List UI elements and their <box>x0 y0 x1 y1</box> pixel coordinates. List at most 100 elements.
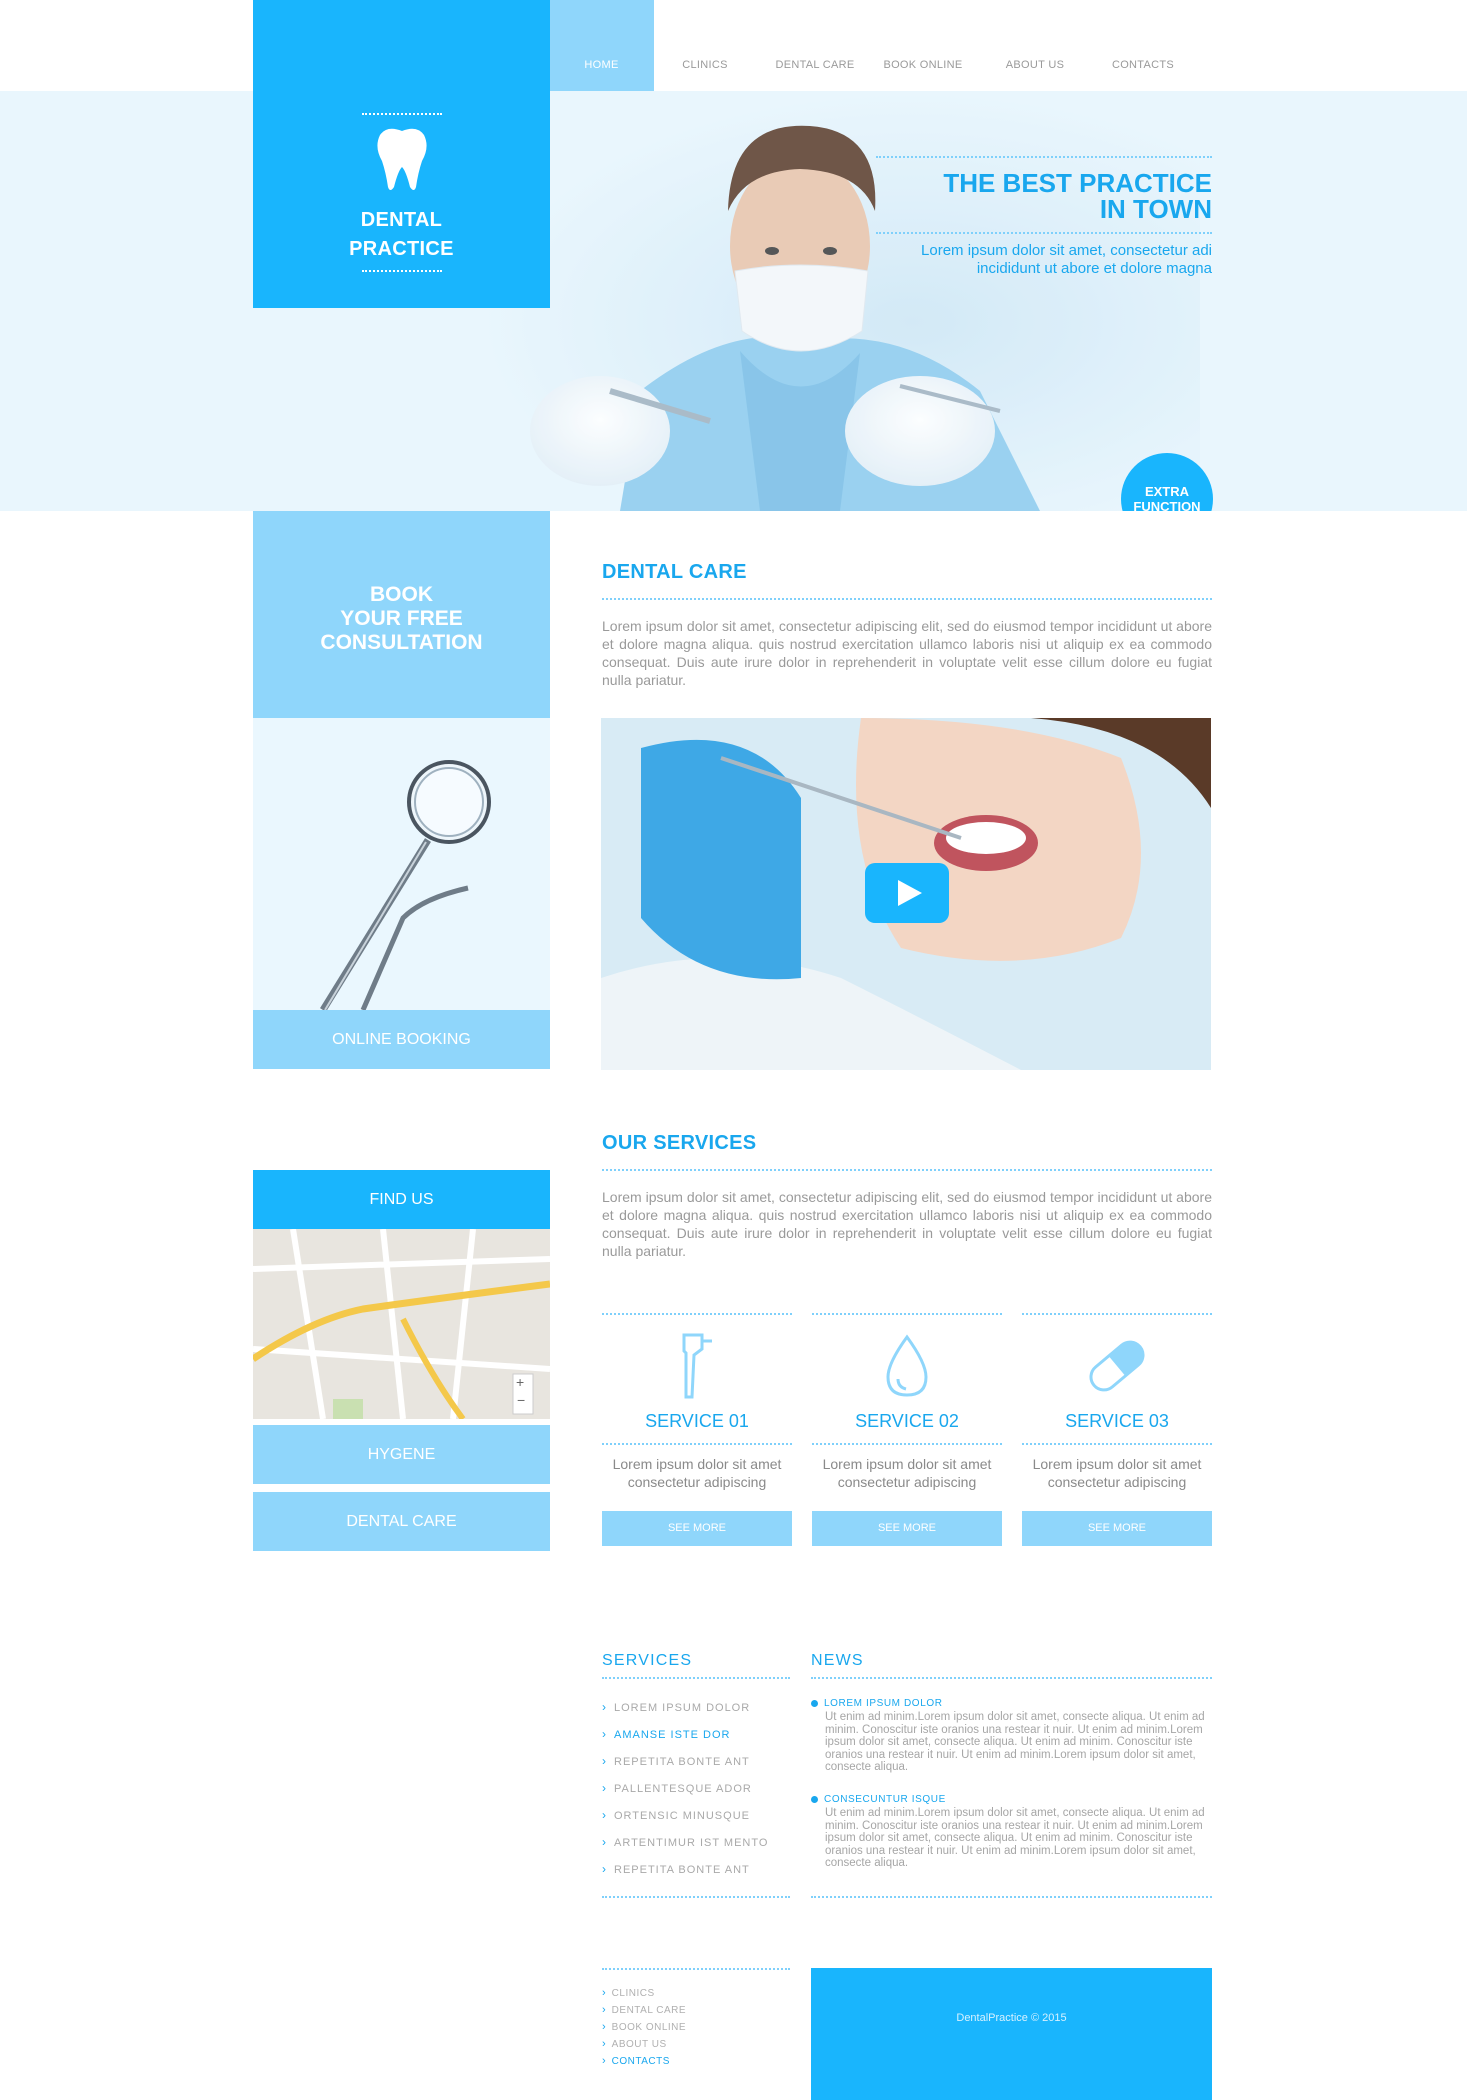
footer-link-4-label: ABOUT US <box>611 2039 667 2050</box>
our-services-divider <box>602 1169 1212 1171</box>
services-link-5[interactable]: › ORTENSIC MINUSQUE <box>602 1806 768 1833</box>
news-divider <box>811 1677 1212 1679</box>
footer-links: › CLINICS › DENTAL CARE › BOOK ONLINE › ABOU… <box>602 1983 686 2068</box>
footer-link-2[interactable]: › DENTAL CARE <box>602 2000 686 2017</box>
service-3-see-more-button[interactable]: SEE MORE <box>1022 1511 1212 1546</box>
service-3-desc: Lorem ipsum dolor sit amet consectetur a… <box>1022 1455 1212 1491</box>
extra-function-line1: EXTRA <box>1144 484 1190 499</box>
nav-home[interactable]: HOME <box>549 0 654 91</box>
services-link-4[interactable]: › PALLENTESQUE ADOR <box>602 1779 768 1806</box>
footer-link-3[interactable]: › BOOK ONLINE <box>602 2017 686 2034</box>
dental-care-divider <box>602 598 1212 600</box>
footer-link-1-label: CLINICS <box>611 1988 655 1999</box>
nav-book-online[interactable]: BOOK ONLINE <box>873 0 973 91</box>
nav-clinics[interactable]: CLINICS <box>660 0 750 91</box>
service-3-divider-top <box>1022 1313 1212 1315</box>
service-1-title: SERVICE 01 <box>645 1411 749 1431</box>
dental-mirror-image <box>253 718 550 1010</box>
services-link-1-label: LOREM IPSUM DOLOR <box>614 1702 751 1714</box>
service-3-desc-line2: consectetur adipiscing <box>1047 1474 1187 1490</box>
service-1-desc-line1: Lorem ipsum dolor sit amet <box>612 1456 782 1472</box>
news-item-1: LOREM IPSUM DOLOR Ut enim ad minim.Lorem… <box>811 1698 1212 1774</box>
news-item-1-body: Ut enim ad minim.Lorem ipsum dolor sit a… <box>825 1711 1205 1773</box>
service-3-title: SERVICE 03 <box>1065 1411 1169 1431</box>
dental-care-heading: DENTAL CARE <box>602 561 747 583</box>
find-us-header[interactable]: FIND US <box>253 1170 550 1229</box>
service-1-divider <box>602 1443 792 1445</box>
dentist-photo <box>480 91 1200 511</box>
service-2-divider <box>812 1443 1002 1445</box>
site-logo[interactable]: DENTAL PRACTICE <box>253 0 550 308</box>
dental-care-text: Lorem ipsum dolor sit amet, consectetur … <box>602 618 1212 688</box>
footer-link-5-label: CONTACTS <box>611 2056 670 2067</box>
chevron-right-icon: › <box>602 1727 606 1741</box>
dental-mirror-icon <box>320 760 491 1010</box>
services-link-list: › LOREM IPSUM DOLOR › AMANSE ISTE DOR › REP… <box>602 1698 768 1887</box>
hero-title-line1: THE BEST PRACTICE <box>943 168 1212 198</box>
services-link-3[interactable]: › REPETITA BONTE ANT <box>602 1752 768 1779</box>
news-heading: NEWS <box>811 1652 864 1669</box>
service-1-see-more-button[interactable]: SEE MORE <box>602 1511 792 1546</box>
nav-contacts[interactable]: CONTACTS <box>1093 0 1193 91</box>
services-link-1[interactable]: › LOREM IPSUM DOLOR <box>602 1698 768 1725</box>
hero-divider-bottom <box>876 232 1212 234</box>
logo-divider-top <box>361 113 442 115</box>
play-button[interactable] <box>865 863 949 923</box>
services-link-7[interactable]: › REPETITA BONTE ANT <box>602 1860 768 1887</box>
footer-link-5[interactable]: › CONTACTS <box>602 2051 686 2068</box>
our-services-heading: OUR SERVICES <box>602 1132 757 1154</box>
services-link-7-label: REPETITA BONTE ANT <box>614 1864 750 1876</box>
news-item-2-title: CONSECUNTUR ISQUE <box>824 1794 946 1805</box>
nav-dental-care[interactable]: DENTAL CARE <box>765 0 865 91</box>
services-link-6[interactable]: › ARTENTIMUR IST MENTO <box>602 1833 768 1860</box>
our-services-text: Lorem ipsum dolor sit amet, consectetur … <box>602 1189 1212 1259</box>
footer-link-2-label: DENTAL CARE <box>611 2005 687 2016</box>
chevron-right-icon: › <box>602 2038 606 2050</box>
copyright-text: DentalPractice © 2015 <box>956 2012 1067 2024</box>
online-booking-button[interactable]: ONLINE BOOKING <box>253 1010 550 1069</box>
zoom-in-icon[interactable]: + <box>516 1374 524 1390</box>
water-drop-icon <box>886 1334 928 1397</box>
news-item-1-title: LOREM IPSUM DOLOR <box>824 1698 943 1709</box>
services-link-6-label: ARTENTIMUR IST MENTO <box>614 1837 769 1849</box>
dentist-illustration <box>480 91 1200 511</box>
hygene-button[interactable]: HYGENE <box>253 1425 550 1484</box>
hero-subtitle-line1: Lorem ipsum dolor sit amet, consectetur … <box>921 242 1212 259</box>
play-icon <box>898 880 922 906</box>
services-link-3-label: REPETITA BONTE ANT <box>614 1756 750 1768</box>
bullet-icon <box>811 1700 818 1707</box>
dental-care-button[interactable]: DENTAL CARE <box>253 1492 550 1551</box>
location-map[interactable]: + − <box>253 1229 550 1419</box>
chevron-right-icon: › <box>602 2004 606 2016</box>
chevron-right-icon: › <box>602 1754 606 1768</box>
video-player[interactable] <box>601 718 1211 1070</box>
service-3-divider <box>1022 1443 1212 1445</box>
book-line3: CONSULTATION <box>320 631 483 654</box>
book-line1: BOOK <box>370 583 433 606</box>
services-list-heading: SERVICES <box>602 1652 693 1669</box>
map-graphic <box>253 1229 550 1419</box>
hero-subtitle-line2: incididunt ut abore et dolore magna <box>976 260 1212 277</box>
services-link-2[interactable]: › AMANSE ISTE DOR <box>602 1725 768 1752</box>
service-1-desc: Lorem ipsum dolor sit amet consectetur a… <box>602 1455 792 1491</box>
footer-link-4[interactable]: › ABOUT US <box>602 2034 686 2051</box>
hero-banner: THE BEST PRACTICE IN TOWN Lorem ipsum do… <box>0 91 1467 511</box>
chevron-right-icon: › <box>602 1835 606 1849</box>
hero-divider-top <box>876 156 1212 158</box>
footer-links-divider <box>602 1968 790 1970</box>
chevron-right-icon: › <box>602 1700 606 1714</box>
service-1-desc-line2: consectetur adipiscing <box>627 1474 767 1490</box>
zoom-out-icon[interactable]: − <box>517 1392 525 1408</box>
logo-text-dental: DENTAL <box>360 209 443 231</box>
book-consultation-panel[interactable]: BOOK YOUR FREE CONSULTATION <box>253 511 550 718</box>
services-list-divider-bottom <box>602 1896 790 1898</box>
service-2-see-more-button[interactable]: SEE MORE <box>812 1511 1002 1546</box>
chevron-right-icon: › <box>602 1987 606 1999</box>
service-3-desc-line1: Lorem ipsum dolor sit amet <box>1032 1456 1202 1472</box>
chevron-right-icon: › <box>602 1862 606 1876</box>
service-2-desc: Lorem ipsum dolor sit amet consectetur a… <box>812 1455 1002 1491</box>
news-item-1-header[interactable]: LOREM IPSUM DOLOR <box>811 1698 1212 1709</box>
nav-about-us[interactable]: ABOUT US <box>985 0 1085 91</box>
footer-link-1[interactable]: › CLINICS <box>602 1983 686 2000</box>
news-item-2-header[interactable]: CONSECUNTUR ISQUE <box>811 1794 1212 1805</box>
